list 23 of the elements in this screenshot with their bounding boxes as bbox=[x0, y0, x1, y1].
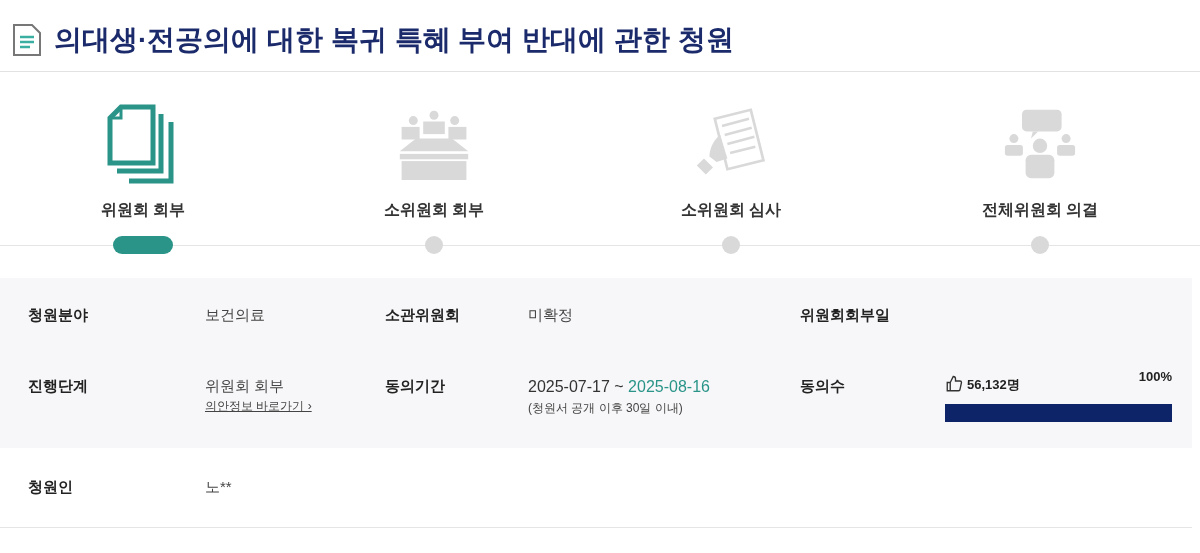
agreement-count: 56,132명 bbox=[967, 375, 1020, 394]
petition-title: 의대생·전공의에 대한 복귀 특혜 부여 반대에 관한 청원 bbox=[54, 23, 734, 57]
step-label: 소위원회 회부 bbox=[383, 200, 485, 220]
referral-date-label: 위원회회부일 bbox=[800, 305, 891, 325]
committee-label: 소관위원회 bbox=[385, 305, 461, 325]
thumbs-up-icon bbox=[945, 375, 963, 394]
period-label: 동의기간 bbox=[385, 375, 446, 396]
step-label: 위원회 회부 bbox=[100, 200, 186, 220]
field-value: 보건의료 bbox=[205, 305, 266, 325]
field-label: 청원분야 bbox=[28, 305, 89, 325]
step-label: 전체위원회 의결 bbox=[981, 200, 1099, 220]
document-icon bbox=[12, 22, 42, 57]
stage-value: 위원회 회부 bbox=[205, 375, 286, 396]
stage-label: 진행단계 bbox=[28, 375, 89, 396]
agreement-label: 동의수 bbox=[800, 375, 846, 396]
agreement-percent: 100% bbox=[1138, 367, 1172, 386]
period-dates: 2025-07-17 ~ 2025-08-16 bbox=[528, 376, 711, 397]
bill-info-link[interactable]: 의안정보 바로가기 › bbox=[205, 397, 312, 415]
committee-value: 미확정 bbox=[528, 305, 574, 325]
petitioner-label: 청원인 bbox=[28, 477, 74, 497]
petitioner-value: 노** bbox=[205, 477, 233, 497]
period-note: (청원서 공개 이후 30일 이내) bbox=[528, 399, 684, 417]
step-label: 소위원회 심사 bbox=[680, 200, 782, 220]
